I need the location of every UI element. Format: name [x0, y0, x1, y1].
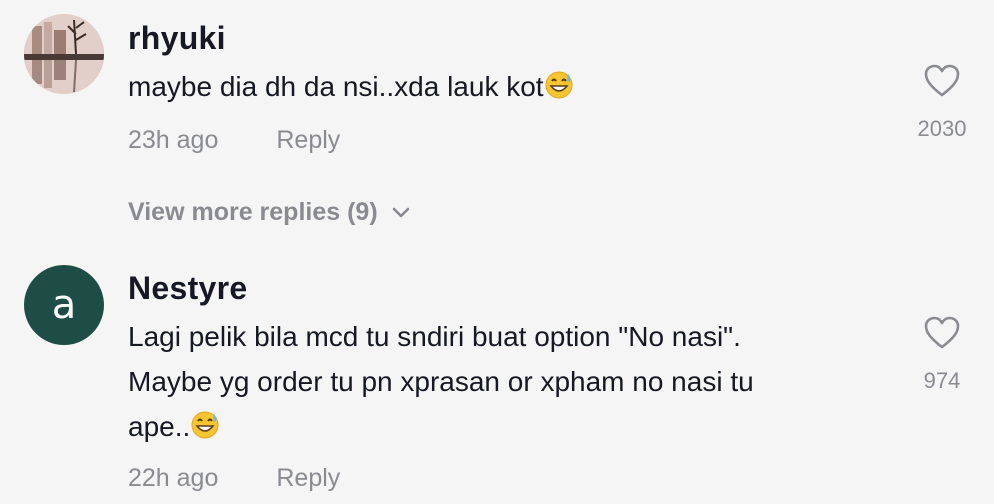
comment-meta: 22h ago Reply [128, 464, 340, 493]
avatar-letter: a [51, 282, 77, 328]
reply-button[interactable]: Reply [276, 126, 340, 155]
user-avatar[interactable] [24, 14, 104, 94]
timestamp: 22h ago [128, 464, 219, 492]
comment-text: maybe dia dh da nsi..xda lauk kot [128, 64, 888, 113]
view-more-replies-label: View more replies (9) [128, 198, 378, 226]
comment-text-line: ape.. [128, 411, 191, 442]
username[interactable]: rhyuki [128, 20, 226, 57]
comment-text-line: Maybe yg order tu pn xprasan or xpham no… [128, 366, 754, 397]
timestamp: 23h ago [128, 126, 219, 154]
grinning-sweat-emoji-icon [544, 68, 574, 113]
username[interactable]: Nestyre [128, 270, 248, 307]
reply-button[interactable]: Reply [276, 464, 340, 493]
comment-meta: 23h ago Reply [128, 126, 340, 155]
user-avatar[interactable]: a [24, 265, 104, 345]
view-more-replies-button[interactable]: View more replies (9) [128, 198, 410, 227]
chevron-down-icon [392, 207, 409, 217]
like-count: 2030 [917, 116, 967, 141]
like-button[interactable]: 2030 [907, 64, 977, 142]
heart-icon [924, 64, 960, 97]
like-button[interactable]: 974 [907, 316, 977, 394]
comment-text: Lagi pelik bila mcd tu sndiri buat optio… [128, 314, 888, 453]
like-count: 974 [923, 368, 961, 393]
grinning-sweat-emoji-icon [190, 408, 220, 453]
avatar-photo-icon [24, 14, 104, 94]
heart-icon [924, 316, 960, 349]
comment-text-line: Lagi pelik bila mcd tu sndiri buat optio… [128, 321, 741, 352]
comment-text-line-last: ape.. [128, 404, 888, 453]
comment-text-content: maybe dia dh da nsi..xda lauk kot [128, 71, 544, 102]
